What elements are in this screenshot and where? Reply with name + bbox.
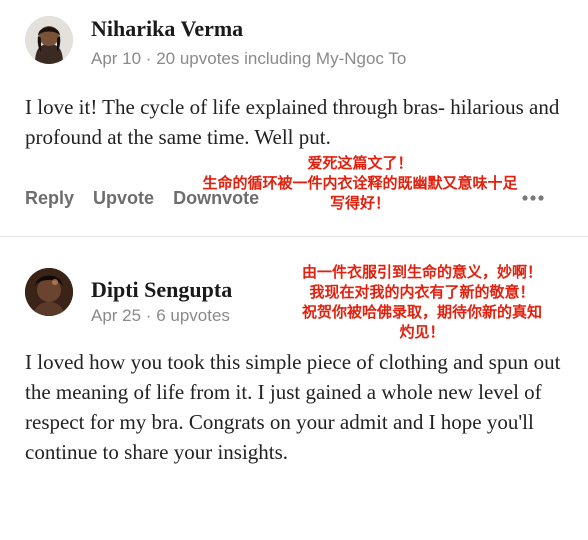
author-name[interactable]: Dipti Sengupta: [91, 277, 232, 303]
more-icon[interactable]: [521, 186, 545, 207]
annotation-line: 我现在对我的内衣有了新的敬意！: [309, 283, 535, 301]
downvote-button[interactable]: Downvote: [173, 188, 259, 208]
comment-card: Dipti Sengupta Apr 25 · 6 upvotes 由一件衣服引…: [0, 236, 588, 540]
comment-meta: Apr 10 · 20 upvotes including My-Ngoc To: [91, 49, 407, 68]
author-name[interactable]: Niharika Verma: [91, 16, 243, 42]
comment-body: I loved how you took this simple piece o…: [25, 350, 561, 464]
annotation: 由一件衣服引到生命的意义，妙啊！ 我现在对我的内衣有了新的敬意！ 祝贺你被哈佛录…: [272, 262, 572, 342]
avatar-image: [25, 268, 73, 316]
comment-body: I love it! The cycle of life explained t…: [25, 95, 560, 149]
comment-actions: Reply Upvote Downvote: [25, 188, 273, 209]
comment-card: Niharika Verma Apr 10 · 20 upvotes inclu…: [0, 0, 588, 236]
comment-meta: Apr 25 · 6 upvotes: [91, 306, 230, 325]
upvote-button[interactable]: Upvote: [93, 188, 154, 208]
annotation-line: 由一件衣服引到生命的意义，妙啊！: [301, 263, 542, 281]
more-icon-glyph: [522, 195, 544, 201]
annotation-line: 灼见！: [399, 323, 445, 341]
reply-button[interactable]: Reply: [25, 188, 74, 208]
avatar[interactable]: [25, 268, 73, 316]
annotation-line: 祝贺你被哈佛录取，期待你新的真知: [301, 303, 542, 321]
avatar-image: [25, 16, 73, 64]
annotation-line: 爱死这篇文了！: [307, 154, 413, 172]
avatar[interactable]: [25, 16, 73, 64]
